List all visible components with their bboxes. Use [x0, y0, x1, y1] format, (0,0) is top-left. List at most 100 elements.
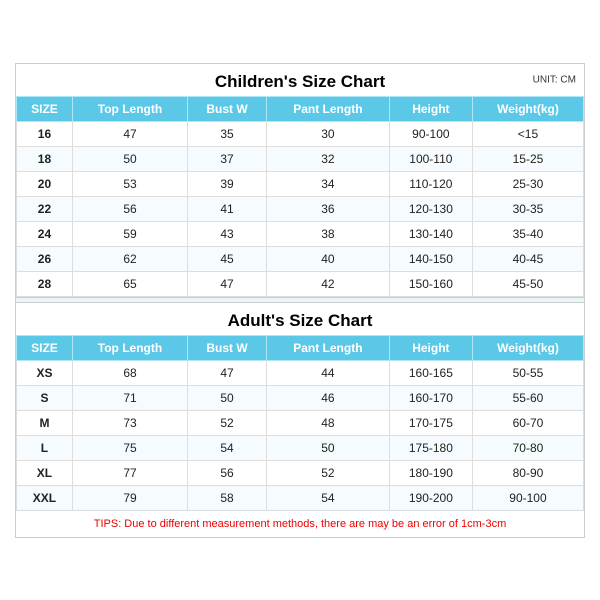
children-cell-5: 45-50 — [472, 271, 583, 296]
children-col-size: SIZE — [17, 96, 73, 121]
adult-col-size: SIZE — [17, 335, 73, 360]
adult-cell-5: 80-90 — [472, 460, 583, 485]
table-row: S715046160-17055-60 — [17, 385, 584, 410]
adult-cell-5: 70-80 — [472, 435, 583, 460]
adult-cell-4: 160-165 — [389, 360, 472, 385]
size-chart-container: Children's Size Chart UNIT: CM SIZETop L… — [15, 63, 585, 538]
children-cell-2: 39 — [188, 171, 267, 196]
adult-cell-3: 44 — [266, 360, 389, 385]
table-row: 18503732100-11015-25 — [17, 146, 584, 171]
children-cell-5: 15-25 — [472, 146, 583, 171]
adult-cell-4: 170-175 — [389, 410, 472, 435]
adult-cell-4: 175-180 — [389, 435, 472, 460]
adult-cell-0: M — [17, 410, 73, 435]
children-cell-3: 42 — [266, 271, 389, 296]
children-cell-2: 35 — [188, 121, 267, 146]
adult-cell-3: 54 — [266, 485, 389, 510]
children-cell-1: 56 — [72, 196, 187, 221]
children-cell-0: 28 — [17, 271, 73, 296]
table-row: XS684744160-16550-55 — [17, 360, 584, 385]
children-cell-2: 45 — [188, 246, 267, 271]
adult-cell-5: 90-100 — [472, 485, 583, 510]
children-cell-4: 90-100 — [389, 121, 472, 146]
children-cell-2: 47 — [188, 271, 267, 296]
adult-cell-2: 58 — [188, 485, 267, 510]
children-cell-1: 59 — [72, 221, 187, 246]
adult-cell-1: 75 — [72, 435, 187, 460]
children-cell-2: 43 — [188, 221, 267, 246]
children-cell-1: 62 — [72, 246, 187, 271]
adult-cell-2: 47 — [188, 360, 267, 385]
adult-col-pant-length: Pant Length — [266, 335, 389, 360]
adult-cell-1: 77 — [72, 460, 187, 485]
adult-cell-2: 54 — [188, 435, 267, 460]
adult-cell-0: XXL — [17, 485, 73, 510]
children-cell-4: 110-120 — [389, 171, 472, 196]
adult-cell-3: 50 — [266, 435, 389, 460]
children-col-height: Height — [389, 96, 472, 121]
children-cell-4: 150-160 — [389, 271, 472, 296]
children-cell-4: 120-130 — [389, 196, 472, 221]
children-cell-0: 26 — [17, 246, 73, 271]
table-row: L755450175-18070-80 — [17, 435, 584, 460]
adult-cell-4: 180-190 — [389, 460, 472, 485]
adult-section-title: Adult's Size Chart — [16, 303, 584, 335]
adult-cell-2: 52 — [188, 410, 267, 435]
adult-col-bust-w: Bust W — [188, 335, 267, 360]
children-cell-3: 34 — [266, 171, 389, 196]
adult-cell-3: 48 — [266, 410, 389, 435]
adult-cell-5: 50-55 — [472, 360, 583, 385]
children-cell-4: 100-110 — [389, 146, 472, 171]
children-cell-4: 140-150 — [389, 246, 472, 271]
children-cell-0: 20 — [17, 171, 73, 196]
table-row: M735248170-17560-70 — [17, 410, 584, 435]
adult-cell-2: 50 — [188, 385, 267, 410]
children-cell-3: 38 — [266, 221, 389, 246]
children-col-bust-w: Bust W — [188, 96, 267, 121]
adult-cell-1: 73 — [72, 410, 187, 435]
adult-cell-0: XL — [17, 460, 73, 485]
adult-cell-3: 52 — [266, 460, 389, 485]
children-cell-4: 130-140 — [389, 221, 472, 246]
children-cell-3: 32 — [266, 146, 389, 171]
children-cell-1: 50 — [72, 146, 187, 171]
unit-label: UNIT: CM — [533, 74, 576, 85]
children-cell-3: 30 — [266, 121, 389, 146]
adult-cell-5: 60-70 — [472, 410, 583, 435]
adult-col-height: Height — [389, 335, 472, 360]
table-row: 20533934110-12025-30 — [17, 171, 584, 196]
adult-cell-3: 46 — [266, 385, 389, 410]
children-cell-0: 16 — [17, 121, 73, 146]
table-row: 1647353090-100<15 — [17, 121, 584, 146]
adult-cell-1: 71 — [72, 385, 187, 410]
adult-title-text: Adult's Size Chart — [228, 311, 373, 330]
children-cell-2: 41 — [188, 196, 267, 221]
table-row: 24594338130-14035-40 — [17, 221, 584, 246]
adult-cell-4: 160-170 — [389, 385, 472, 410]
adult-cell-1: 68 — [72, 360, 187, 385]
adult-cell-0: XS — [17, 360, 73, 385]
children-col-pant-length: Pant Length — [266, 96, 389, 121]
children-cell-0: 22 — [17, 196, 73, 221]
children-cell-5: <15 — [472, 121, 583, 146]
adult-cell-4: 190-200 — [389, 485, 472, 510]
table-row: XL775652180-19080-90 — [17, 460, 584, 485]
children-cell-1: 65 — [72, 271, 187, 296]
table-row: 22564136120-13030-35 — [17, 196, 584, 221]
table-row: XXL795854190-20090-100 — [17, 485, 584, 510]
table-row: 26624540140-15040-45 — [17, 246, 584, 271]
adult-size-table: SIZETop LengthBust WPant LengthHeightWei… — [16, 335, 584, 511]
children-cell-0: 18 — [17, 146, 73, 171]
children-cell-2: 37 — [188, 146, 267, 171]
adult-cell-0: L — [17, 435, 73, 460]
children-cell-3: 36 — [266, 196, 389, 221]
adult-cell-2: 56 — [188, 460, 267, 485]
children-cell-5: 30-35 — [472, 196, 583, 221]
adult-col-top-length: Top Length — [72, 335, 187, 360]
adult-cell-0: S — [17, 385, 73, 410]
children-col-weight(kg): Weight(kg) — [472, 96, 583, 121]
adult-cell-5: 55-60 — [472, 385, 583, 410]
children-cell-5: 40-45 — [472, 246, 583, 271]
table-row: 28654742150-16045-50 — [17, 271, 584, 296]
children-cell-1: 47 — [72, 121, 187, 146]
